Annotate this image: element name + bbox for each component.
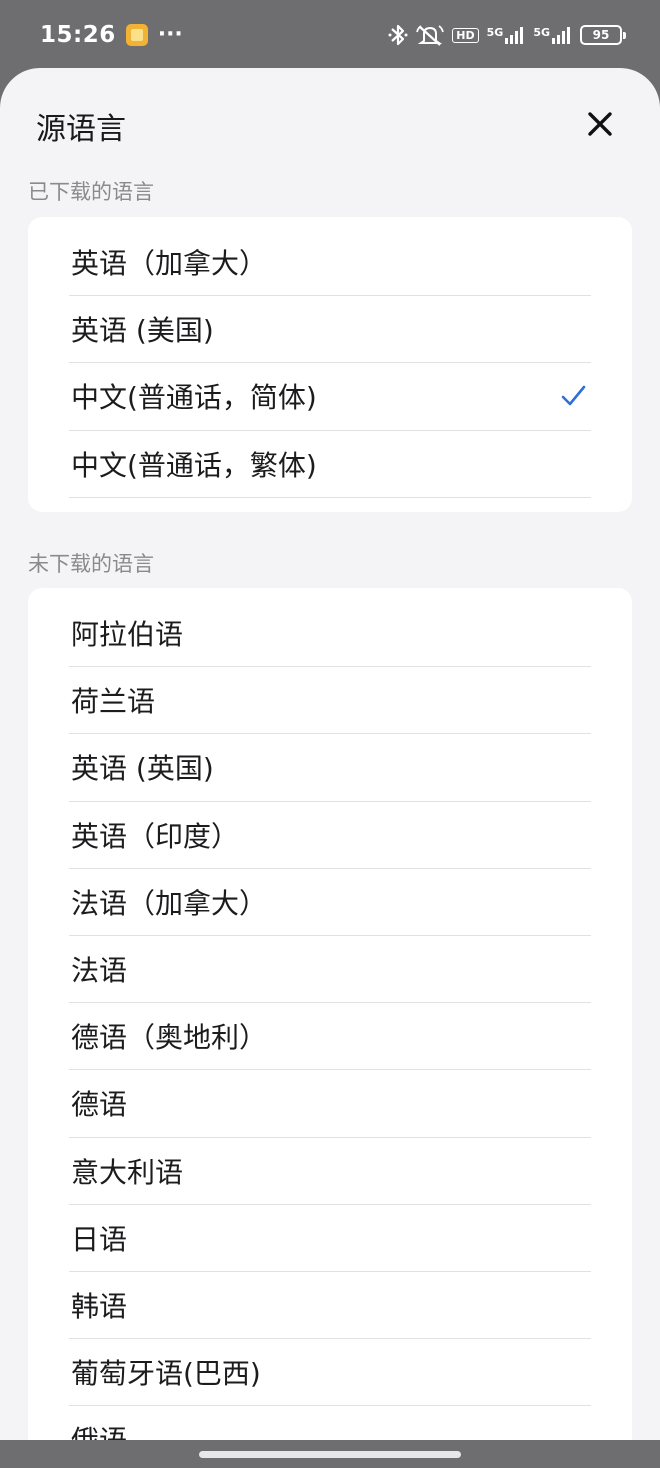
sheet-header: 源语言	[0, 68, 660, 180]
language-label: 英语 (英国)	[71, 752, 214, 786]
downloaded-language-item[interactable]: 中文(普通话，简体)	[69, 363, 591, 431]
app-notification-icon	[125, 24, 148, 46]
status-right: HD 5G 5G 95	[388, 23, 626, 47]
language-label: 日语	[71, 1222, 128, 1256]
silent-icon	[416, 23, 445, 47]
language-label: 德语	[71, 1088, 128, 1122]
language-item[interactable]: 德语（奥地利）	[69, 1003, 591, 1071]
sheet-title: 源语言	[36, 112, 126, 147]
language-item[interactable]: 俄语	[69, 1406, 591, 1440]
hd-voice-badge: HD	[452, 27, 479, 43]
language-label: 英语（印度）	[71, 819, 240, 853]
downloaded-language-item[interactable]: 英语 (美国)	[69, 296, 591, 364]
close-button[interactable]	[584, 108, 616, 140]
signal-icon: 5G	[533, 26, 572, 44]
home-indicator[interactable]	[199, 1451, 461, 1458]
network-type-label: 5G	[533, 26, 550, 39]
language-item[interactable]: 阿拉伯语	[69, 600, 591, 668]
language-item[interactable]: 韩语	[69, 1272, 591, 1340]
language-label: 德语（奥地利）	[71, 1021, 268, 1055]
language-item[interactable]: 英语（印度）	[69, 802, 591, 869]
status-time: 15:26	[40, 22, 116, 48]
language-item[interactable]: 日语	[69, 1205, 591, 1272]
downloaded-language-item[interactable]: 中文(普通话，繁体)	[69, 431, 591, 498]
language-item[interactable]: 意大利语	[69, 1138, 591, 1205]
language-label: 葡萄牙语(巴西)	[71, 1357, 261, 1391]
checkmark-icon	[561, 386, 586, 406]
signal-icon: 5G	[487, 26, 526, 44]
downloaded-language-list: 英语（加拿大） 英语 (美国) 中文(普通话，简体) 中文(普通话，繁体)	[28, 217, 632, 512]
language-item[interactable]: 葡萄牙语(巴西)	[69, 1339, 591, 1407]
language-item[interactable]: 法语	[69, 936, 591, 1004]
language-label: 法语（加拿大）	[71, 886, 268, 920]
language-item[interactable]: 荷兰语	[69, 667, 591, 735]
language-item[interactable]: 法语（加拿大）	[69, 869, 591, 936]
language-sheet: 源语言 已下载的语言 英语（加拿大） 英语 (美国) 中文(普通话，简体) 中文(普通…	[0, 68, 660, 1440]
battery-level: 95	[592, 28, 610, 42]
not-downloaded-language-list: 阿拉伯语荷兰语英语 (英国) 英语（印度） 法语（加拿大） 法语德语（奥地利） 德语意大…	[28, 588, 632, 1440]
close-icon	[588, 112, 612, 136]
language-label: 法语	[71, 954, 128, 988]
more-notifications-icon: ···	[157, 22, 183, 47]
downloaded-language-item[interactable]: 英语（加拿大）	[69, 229, 591, 297]
battery-icon: 95	[580, 25, 626, 45]
language-label: 中文(普通话，繁体)	[71, 448, 317, 482]
navigation-bar	[0, 1440, 660, 1468]
language-label: 英语（加拿大）	[71, 247, 268, 281]
network-type-label: 5G	[486, 26, 504, 39]
language-item[interactable]: 德语	[69, 1070, 591, 1138]
language-label: 韩语	[71, 1289, 128, 1323]
language-label: 英语 (美国)	[71, 314, 214, 348]
language-label: 俄语	[69, 1419, 127, 1440]
status-left: 15:26 ···	[40, 22, 183, 48]
language-item[interactable]: 英语 (英国)	[69, 734, 591, 802]
language-label: 荷兰语	[71, 685, 156, 719]
language-label: 意大利语	[71, 1155, 184, 1189]
downloaded-section-label: 已下载的语言	[28, 180, 154, 204]
language-label: 中文(普通话，简体)	[71, 381, 317, 415]
bluetooth-icon	[388, 23, 408, 47]
not-downloaded-section-label: 未下载的语言	[28, 552, 154, 576]
status-bar: 15:26 ··· HD 5G 5G 95	[0, 0, 660, 70]
language-label: 阿拉伯语	[71, 618, 184, 652]
